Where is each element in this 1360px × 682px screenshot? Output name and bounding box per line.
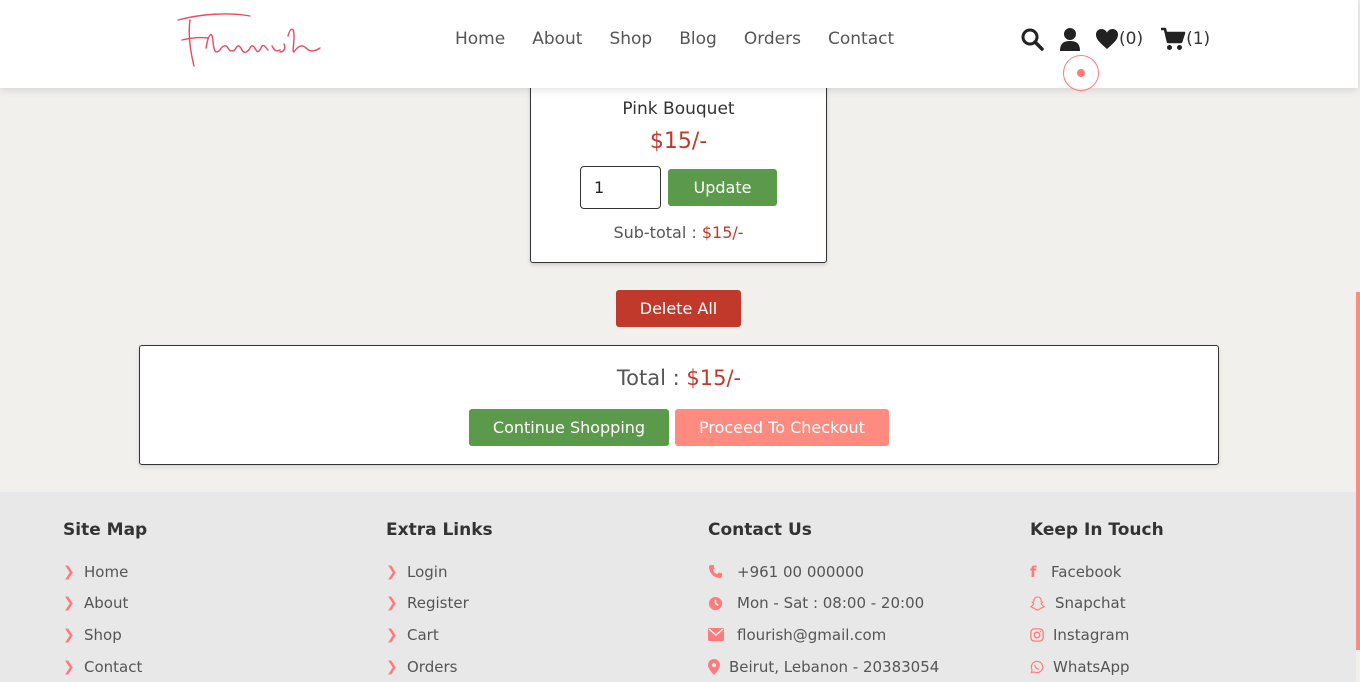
cart-icon (1161, 27, 1186, 50)
cart-item-card: Pink Bouquet $15/- Update Sub-total : $1… (530, 60, 827, 263)
chevron-right-icon: ❯ (386, 658, 398, 675)
footer-link-label: Home (84, 562, 129, 581)
map-marker-icon (708, 658, 728, 675)
site-header: flourish Home About Shop Blog Orders Con… (0, 0, 1358, 88)
social-label: Facebook (1051, 562, 1122, 581)
continue-shopping-button[interactable]: Continue Shopping (469, 409, 669, 446)
contact-hours: Mon - Sat : 08:00 - 20:00 (708, 588, 939, 620)
contact-phone[interactable]: +961 00 000000 (708, 556, 939, 588)
contact-hours-text: Mon - Sat : 08:00 - 20:00 (737, 594, 925, 613)
social-facebook[interactable]: f Facebook (1030, 556, 1164, 588)
chevron-right-icon: ❯ (386, 626, 398, 643)
product-price: $15/- (649, 129, 708, 154)
total-line: Total : $15/- (140, 366, 1218, 390)
nav-blog[interactable]: Blog (679, 29, 717, 49)
search-icon[interactable] (1020, 27, 1044, 51)
subtotal-label: Sub-total : (613, 223, 702, 242)
social-label: Instagram (1053, 625, 1130, 644)
footer-link-register[interactable]: ❯ Register (386, 588, 493, 620)
contact-email-text: flourish@gmail.com (737, 625, 887, 644)
social-whatsapp[interactable]: WhatsApp (1030, 651, 1164, 682)
footer-link-cart[interactable]: ❯ Cart (386, 619, 493, 651)
update-button[interactable]: Update (668, 169, 777, 206)
cart-button[interactable]: (1) (1160, 27, 1210, 51)
footer-site-map: Site Map ❯ Home ❯ About ❯ Shop ❯ Contact (63, 520, 147, 682)
extra-links-title: Extra Links (386, 520, 493, 540)
phone-icon (708, 564, 736, 579)
footer-link-orders[interactable]: ❯ Orders (386, 651, 493, 682)
footer-social: Keep In Touch f Facebook Snapchat Instagr… (1030, 520, 1164, 682)
footer-link-label: Register (407, 594, 469, 613)
nav-contact[interactable]: Contact (828, 29, 894, 49)
chevron-right-icon: ❯ (386, 563, 398, 580)
footer-link-home[interactable]: ❯ Home (63, 556, 147, 588)
chevron-right-icon: ❯ (63, 658, 75, 675)
social-snapchat[interactable]: Snapchat (1030, 588, 1164, 620)
contact-address: Beirut, Lebanon - 20383054 (708, 651, 939, 682)
scrollbar[interactable] (1356, 292, 1360, 650)
cart-total-box: Total : $15/- Continue Shopping Proceed … (139, 345, 1219, 465)
quantity-input[interactable] (580, 166, 661, 209)
envelope-icon (708, 628, 736, 642)
chevron-right-icon: ❯ (63, 563, 75, 580)
main-nav: Home About Shop Blog Orders Contact (455, 29, 921, 49)
footer-link-login[interactable]: ❯ Login (386, 556, 493, 588)
facebook-icon: f (1030, 562, 1037, 581)
wishlist-button[interactable]: (0) (1095, 28, 1143, 50)
chevron-right-icon: ❯ (63, 626, 75, 643)
contact-email[interactable]: flourish@gmail.com (708, 619, 939, 651)
footer-link-shop[interactable]: ❯ Shop (63, 619, 147, 651)
nav-about[interactable]: About (532, 29, 582, 49)
cursor-indicator (1063, 55, 1099, 91)
contact-title: Contact Us (708, 520, 812, 540)
footer-link-label: Contact (84, 657, 143, 676)
social-title: Keep In Touch (1030, 520, 1164, 540)
social-instagram[interactable]: Instagram (1030, 619, 1164, 651)
user-icon[interactable] (1059, 27, 1081, 51)
nav-orders[interactable]: Orders (744, 29, 801, 49)
contact-address-text: Beirut, Lebanon - 20383054 (729, 657, 940, 676)
footer-link-label: Shop (84, 625, 122, 644)
subtotal-value: $15/- (701, 223, 744, 242)
site-map-title: Site Map (63, 520, 148, 540)
whatsapp-icon (1030, 660, 1052, 674)
heart-icon (1096, 29, 1118, 49)
footer-link-contact[interactable]: ❯ Contact (63, 651, 147, 682)
footer-link-about[interactable]: ❯ About (63, 588, 147, 620)
contact-phone-text: +961 00 000000 (737, 562, 865, 581)
footer-link-label: Login (407, 562, 448, 581)
wishlist-count: (0) (1119, 29, 1144, 49)
total-label: Total : (616, 366, 687, 390)
footer-link-label: Orders (407, 657, 458, 676)
clock-icon (708, 596, 736, 611)
nav-home[interactable]: Home (455, 29, 505, 49)
total-value: $15/- (686, 366, 742, 390)
snapchat-icon (1030, 596, 1054, 611)
nav-shop[interactable]: Shop (609, 29, 652, 49)
footer-contact: Contact Us +961 00 000000 Mon - Sat : 08… (708, 520, 939, 682)
cart-count: (1) (1186, 29, 1211, 49)
delete-all-button[interactable]: Delete All (616, 290, 741, 327)
chevron-right-icon: ❯ (63, 595, 75, 612)
site-footer: Site Map ❯ Home ❯ About ❯ Shop ❯ Contact Ext… (0, 492, 1356, 682)
subtotal: Sub-total : $15/- (531, 223, 826, 242)
instagram-icon (1030, 628, 1052, 642)
chevron-right-icon: ❯ (386, 595, 398, 612)
product-name: Pink Bouquet (622, 99, 735, 119)
proceed-checkout-button[interactable]: Proceed To Checkout (675, 409, 889, 446)
footer-link-label: Cart (407, 625, 439, 644)
footer-extra-links: Extra Links ❯ Login ❯ Register ❯ Cart ❯ Orde… (386, 520, 493, 682)
social-label: WhatsApp (1053, 657, 1130, 676)
footer-link-label: About (84, 594, 129, 613)
header-icons: (0) (1) (1020, 27, 1210, 51)
flourish-logo[interactable] (160, 6, 330, 72)
social-label: Snapchat (1055, 594, 1126, 613)
